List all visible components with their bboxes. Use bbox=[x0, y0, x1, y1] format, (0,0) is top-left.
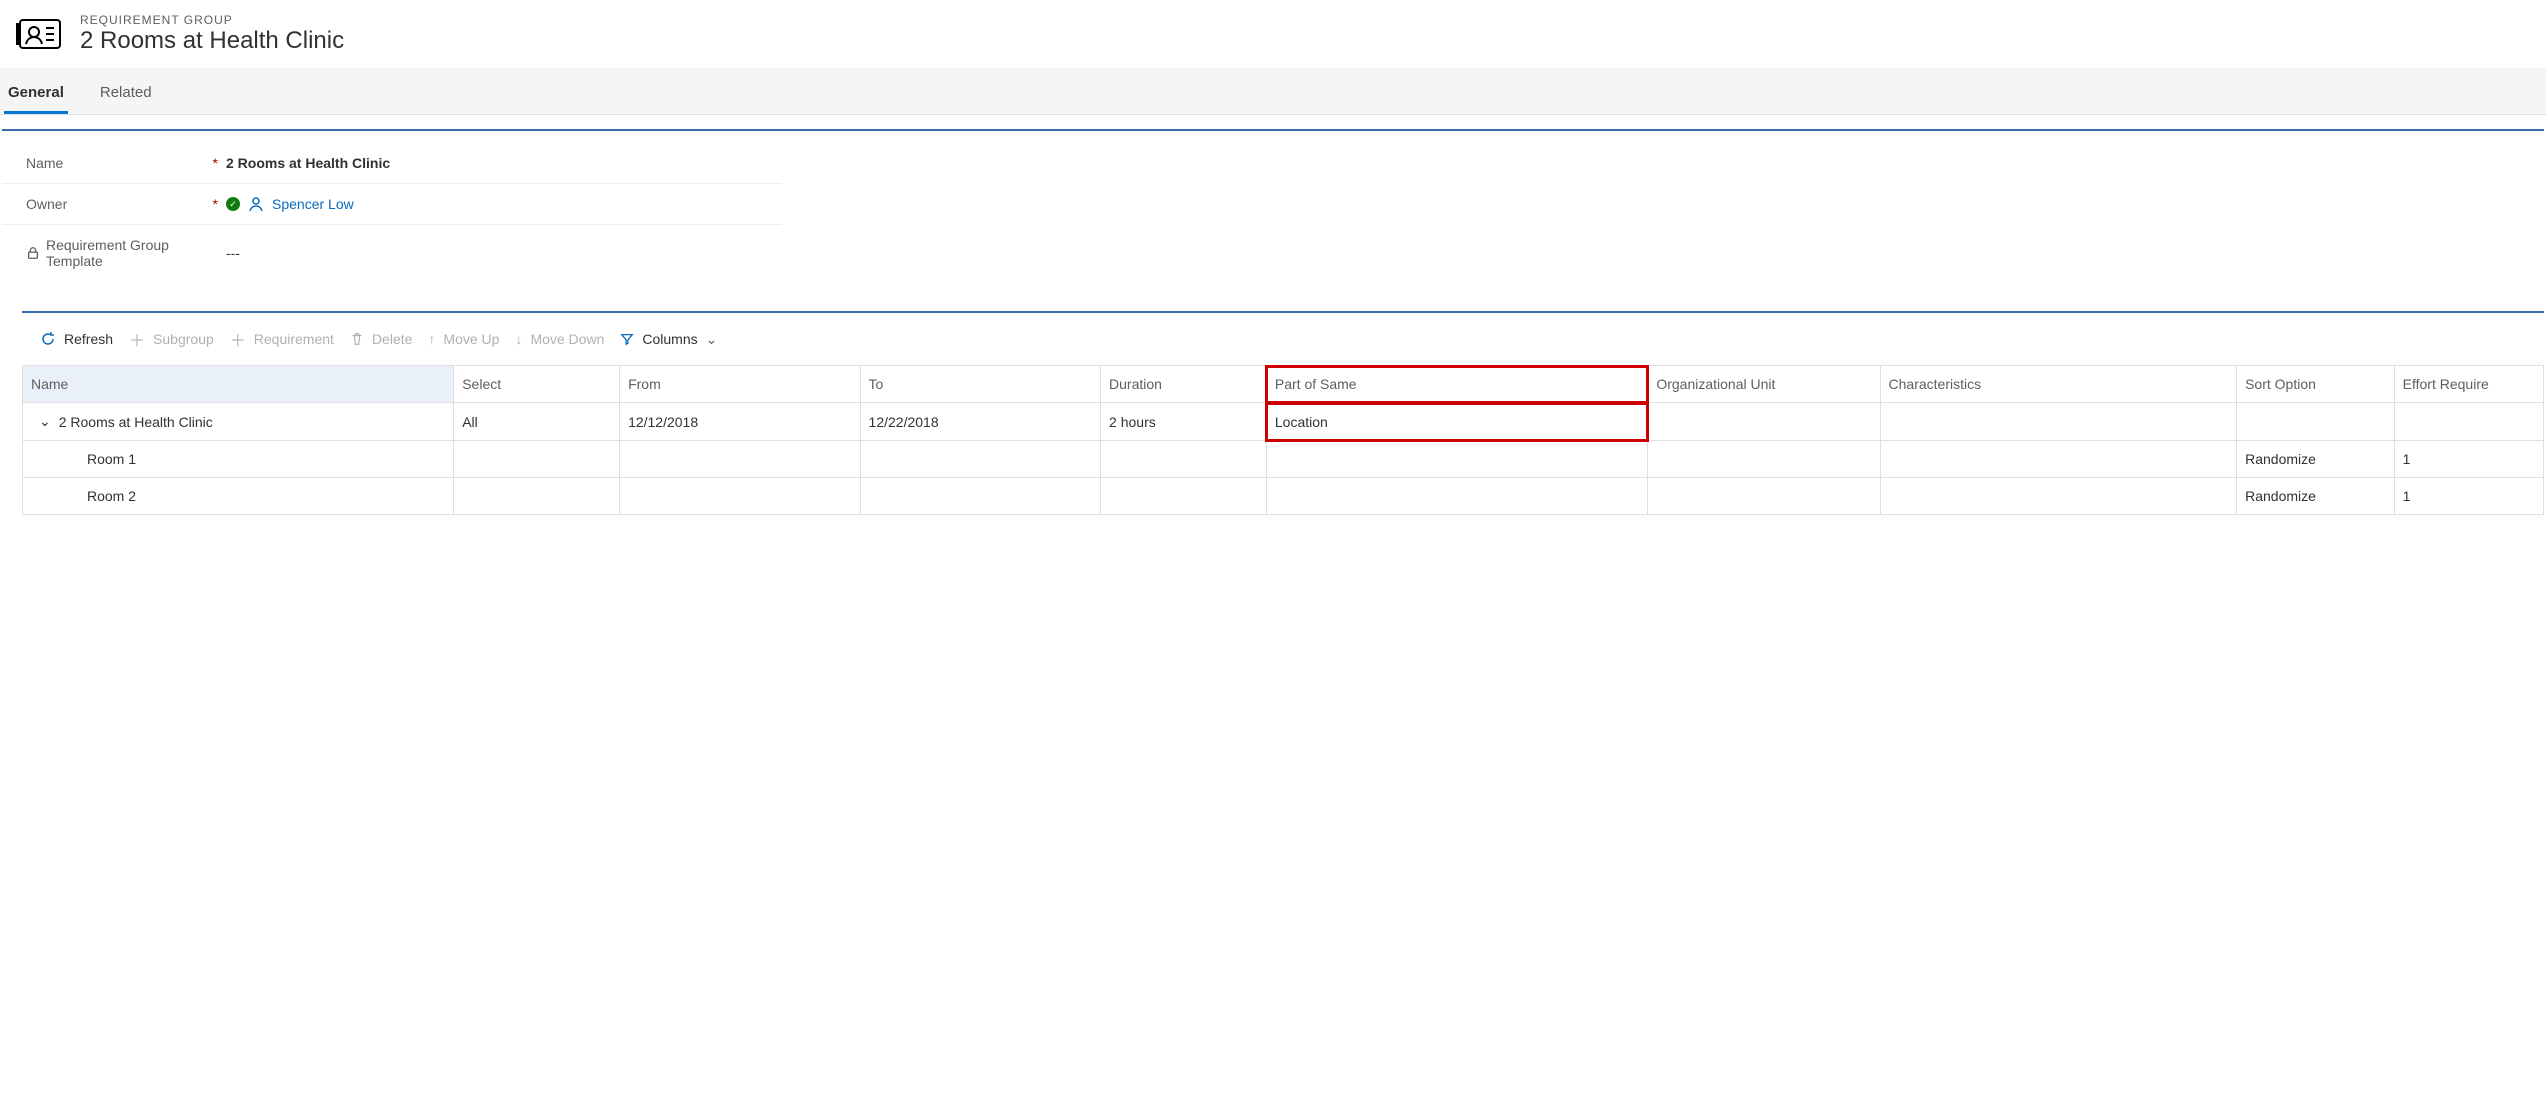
table-row[interactable]: Room 1 Randomize 1 bbox=[23, 441, 2544, 478]
subgroup-button: ＋ Subgroup bbox=[129, 327, 214, 351]
cell-effort bbox=[2394, 403, 2543, 441]
grid-header-row: Name Select From To Duration Part of Sam… bbox=[23, 366, 2544, 403]
move-up-label: Move Up bbox=[443, 331, 499, 347]
template-row: Requirement Group Template --- bbox=[2, 225, 782, 281]
cell-sort-option bbox=[2237, 403, 2395, 441]
cell-effort: 1 bbox=[2394, 478, 2543, 515]
required-marker: * bbox=[213, 155, 218, 171]
table-row[interactable]: ⌄ 2 Rooms at Health Clinic All 12/12/2018… bbox=[23, 403, 2544, 441]
cell-sort-option: Randomize bbox=[2237, 478, 2395, 515]
cell-characteristics bbox=[1880, 441, 2237, 478]
person-icon bbox=[248, 196, 264, 212]
trash-icon bbox=[350, 332, 364, 346]
cell-select bbox=[454, 478, 620, 515]
cell-part-of-same bbox=[1266, 478, 1647, 515]
cell-duration: 2 hours bbox=[1101, 403, 1267, 441]
arrow-up-icon: ↑ bbox=[428, 331, 435, 347]
page-header: REQUIREMENT GROUP 2 Rooms at Health Clin… bbox=[0, 0, 2546, 68]
columns-label: Columns bbox=[642, 331, 697, 347]
cell-org-unit bbox=[1648, 478, 1880, 515]
name-value[interactable]: 2 Rooms at Health Clinic bbox=[226, 155, 390, 171]
col-effort-required[interactable]: Effort Require bbox=[2394, 366, 2543, 403]
refresh-button[interactable]: Refresh bbox=[40, 331, 113, 347]
cell-characteristics bbox=[1880, 403, 2237, 441]
entity-type-label: REQUIREMENT GROUP bbox=[80, 13, 344, 27]
move-down-label: Move Down bbox=[530, 331, 604, 347]
col-sort-option[interactable]: Sort Option bbox=[2237, 366, 2395, 403]
cell-org-unit bbox=[1648, 441, 1880, 478]
col-select[interactable]: Select bbox=[454, 366, 620, 403]
columns-button[interactable]: Columns ⌄ bbox=[620, 331, 717, 348]
grid-toolbar: Refresh ＋ Subgroup ＋ Requirement Delete … bbox=[22, 313, 2544, 365]
required-marker: * bbox=[213, 196, 218, 212]
cell-name: Room 2 bbox=[31, 488, 136, 504]
cell-to bbox=[860, 478, 1100, 515]
grid-section: Refresh ＋ Subgroup ＋ Requirement Delete … bbox=[22, 311, 2544, 515]
plus-icon: ＋ bbox=[230, 327, 246, 351]
move-down-button: ↓ Move Down bbox=[515, 331, 604, 347]
tab-list: General Related bbox=[0, 68, 2546, 115]
requirement-button: ＋ Requirement bbox=[230, 327, 334, 351]
plus-icon: ＋ bbox=[129, 327, 145, 351]
cell-duration bbox=[1101, 478, 1267, 515]
refresh-label: Refresh bbox=[64, 331, 113, 347]
chevron-down-icon: ⌄ bbox=[706, 331, 718, 348]
form-section: Name * 2 Rooms at Health Clinic Owner * … bbox=[2, 129, 2544, 301]
refresh-icon bbox=[40, 331, 56, 347]
col-to[interactable]: To bbox=[860, 366, 1100, 403]
cell-sort-option: Randomize bbox=[2237, 441, 2395, 478]
cell-part-of-same: Location bbox=[1266, 403, 1647, 441]
arrow-down-icon: ↓ bbox=[515, 331, 522, 347]
template-value: --- bbox=[226, 245, 240, 261]
cell-to: 12/22/2018 bbox=[860, 403, 1100, 441]
funnel-icon bbox=[620, 332, 634, 346]
col-from[interactable]: From bbox=[620, 366, 860, 403]
owner-label: Owner bbox=[26, 196, 67, 212]
tab-general[interactable]: General bbox=[4, 78, 68, 114]
cell-select bbox=[454, 441, 620, 478]
tab-related[interactable]: Related bbox=[96, 78, 156, 114]
requirements-grid: Name Select From To Duration Part of Sam… bbox=[22, 365, 2544, 515]
table-row[interactable]: Room 2 Randomize 1 bbox=[23, 478, 2544, 515]
cell-to bbox=[860, 441, 1100, 478]
cell-name: 2 Rooms at Health Clinic bbox=[59, 414, 213, 430]
status-online-icon: ✓ bbox=[226, 197, 240, 211]
cell-org-unit bbox=[1648, 403, 1880, 441]
entity-icon bbox=[16, 10, 64, 58]
delete-label: Delete bbox=[372, 331, 412, 347]
cell-duration bbox=[1101, 441, 1267, 478]
col-part-of-same[interactable]: Part of Same bbox=[1266, 366, 1647, 403]
lock-icon bbox=[26, 246, 40, 260]
cell-characteristics bbox=[1880, 478, 2237, 515]
subgroup-label: Subgroup bbox=[153, 331, 214, 347]
template-label: Requirement Group Template bbox=[46, 237, 226, 269]
cell-select: All bbox=[454, 403, 620, 441]
cell-name: Room 1 bbox=[31, 451, 136, 467]
col-name[interactable]: Name bbox=[23, 366, 454, 403]
cell-effort: 1 bbox=[2394, 441, 2543, 478]
page-title: 2 Rooms at Health Clinic bbox=[80, 27, 344, 55]
col-characteristics[interactable]: Characteristics bbox=[1880, 366, 2237, 403]
owner-row: Owner * ✓ Spencer Low bbox=[2, 184, 782, 225]
requirement-label: Requirement bbox=[254, 331, 334, 347]
cell-from bbox=[620, 441, 860, 478]
col-duration[interactable]: Duration bbox=[1101, 366, 1267, 403]
name-row: Name * 2 Rooms at Health Clinic bbox=[2, 143, 782, 184]
cell-part-of-same bbox=[1266, 441, 1647, 478]
chevron-down-icon[interactable]: ⌄ bbox=[39, 413, 51, 430]
delete-button: Delete bbox=[350, 331, 412, 347]
owner-link[interactable]: Spencer Low bbox=[272, 196, 354, 212]
name-label: Name bbox=[26, 155, 63, 171]
cell-from: 12/12/2018 bbox=[620, 403, 860, 441]
move-up-button: ↑ Move Up bbox=[428, 331, 499, 347]
col-org-unit[interactable]: Organizational Unit bbox=[1648, 366, 1880, 403]
cell-from bbox=[620, 478, 860, 515]
